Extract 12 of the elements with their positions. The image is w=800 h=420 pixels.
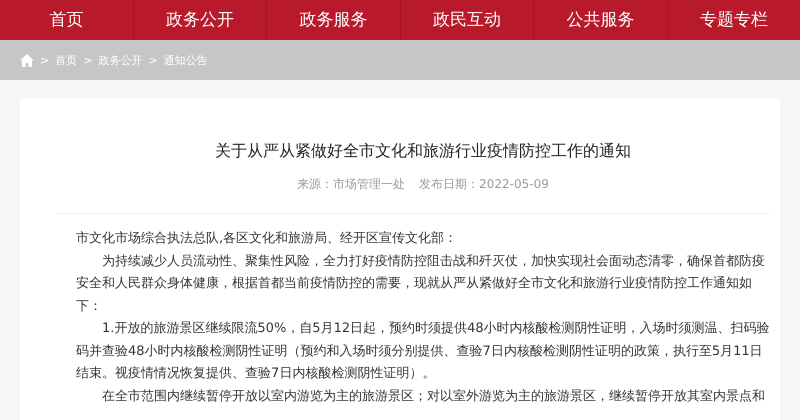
breadcrumb-separator: > <box>40 54 50 66</box>
paragraph: 为持续减少人员流动性、聚集性风险，全力打好疫情防控阻击战和歼灭仗，加快实现社会面动态清零，确保首都防疫安全和人民群众身体健康，根据首都当前疫情防控的需要，现就从严从紧做好全市文化和旅游行业疫情防控工作通知如下： <box>76 252 766 316</box>
article-title: 关于从严从紧做好全市文化和旅游行业疫情防控工作的通知 <box>214 140 632 162</box>
nav-link[interactable]: 首页 <box>0 0 132 40</box>
breadcrumb-separator: > <box>83 54 92 66</box>
paragraph: 市文化市场综合执法总队,各区文化和旅游局、经开区宣传文化部： <box>76 230 458 248</box>
home-icon[interactable] <box>20 54 34 66</box>
paragraph: 在全市范围内继续暂停开放以室内游览为主的旅游景区；对以室外游览为主的旅游景区，继续暂停开放其室内景点和 <box>101 388 766 406</box>
publish-date: 发布日期：2022-05-09 <box>419 176 549 193</box>
paragraph: 1.开放的旅游景区继续限流50%，自5月12日起，预约时须提供48小时内核酸检测阴性证明，入场时须测温、扫码验码并查验48小时内核酸检测阴性证明（预约和入场时须分别提供、查验7日内核酸检测阴性证明的政策，执行至5月11日结束。视疫情情况恢复提供、查验7日内核酸检测阴性证明）。 <box>76 320 770 383</box>
article-source: 来源：市场管理一处 <box>297 176 406 193</box>
breadcrumb-separator: > <box>148 54 158 66</box>
